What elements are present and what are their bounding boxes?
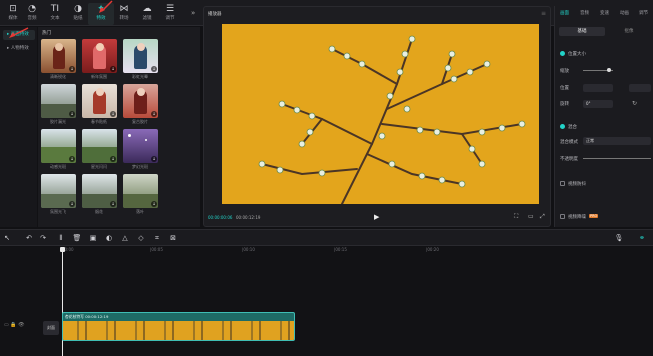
cover-button[interactable]: 封面 [43, 321, 59, 335]
effect-thumb[interactable]: ↓ [123, 174, 158, 208]
position-y-input[interactable] [629, 84, 651, 92]
link-toggle-icon[interactable]: ⚭ [637, 233, 647, 243]
mirror-icon[interactable]: △ [120, 233, 130, 243]
track-lock-icon[interactable]: ▭ 🔒 👁 [4, 322, 24, 328]
effect-thumb[interactable]: ↓ [123, 84, 158, 118]
effect-thumb[interactable]: ↓ [82, 174, 117, 208]
download-icon[interactable]: ↓ [69, 156, 75, 162]
position-x-input[interactable] [583, 84, 613, 92]
annotation-arrow-icon [99, 0, 113, 13]
stabilize-checkbox[interactable] [560, 181, 565, 186]
position-size-checkbox[interactable] [560, 51, 565, 56]
delete-icon[interactable]: 🗑 [72, 233, 82, 243]
fit-icon[interactable]: ⛶ [514, 213, 518, 221]
ratio-icon[interactable]: ▭ [528, 213, 534, 220]
timeline-panel: 00:00 |00:05 |00:10 |00:15 |00:20 ▭ 🔒 👁 … [0, 247, 653, 356]
effect-thumb[interactable]: ↓ [82, 39, 117, 73]
subtab-basic[interactable]: 基础 [559, 27, 605, 36]
rotate-input[interactable]: 0° [583, 100, 613, 108]
video-preview[interactable] [222, 24, 539, 204]
download-icon[interactable]: ↓ [151, 156, 157, 162]
tab-video[interactable]: 画面 [560, 10, 569, 16]
effect-thumb[interactable]: ↓ [82, 129, 117, 163]
playhead-handle[interactable] [60, 247, 65, 252]
nav-item-people-effects[interactable]: ▸ 人物特效 [3, 44, 35, 54]
effect-thumb[interactable]: ↓ [41, 39, 76, 73]
timeline-toolbar: ↖ ↶ ↷ ⫴ 🗑 ▣ ◐ △ ◇ ⌗ ⊠ 🎙 ⚭ [0, 229, 653, 246]
scale-slider-handle[interactable] [607, 68, 611, 72]
total-time: 00:00:12:19 [236, 215, 261, 220]
undo-icon[interactable]: ↶ [24, 233, 34, 243]
effect-thumb[interactable]: ↓ [123, 129, 158, 163]
opacity-slider[interactable] [583, 158, 651, 159]
pro-badge: PRO [589, 214, 599, 218]
download-icon[interactable]: ↓ [110, 66, 116, 72]
properties-panel: 画面 音频 变速 动画 调节 基础 抠像 位置大小 缩放 位置 旋转 0° ↻ … [554, 6, 653, 227]
download-icon[interactable]: ↓ [110, 156, 116, 162]
section-title: 热门 [42, 31, 51, 36]
fit-frame-icon[interactable]: ⊠ [168, 233, 178, 243]
split-icon[interactable]: ⫴ [56, 233, 66, 243]
current-time: 00:00:00:06 [208, 215, 233, 220]
rotate-icon[interactable]: ◇ [136, 233, 146, 243]
download-icon[interactable]: ↓ [110, 111, 116, 117]
select-icon[interactable]: ↖ [2, 233, 12, 243]
blossom-branch-image [258, 35, 526, 204]
download-icon[interactable]: ↓ [151, 66, 157, 72]
fullscreen-icon[interactable]: ⤢ [540, 213, 545, 221]
blend-checkbox[interactable] [560, 124, 565, 129]
reverse-icon[interactable]: ◐ [104, 233, 114, 243]
adjust-icon: ☰ [165, 4, 175, 14]
denoise-checkbox[interactable] [560, 214, 565, 219]
download-icon[interactable]: ↓ [69, 201, 75, 207]
blend-mode-select[interactable]: 正常 [583, 137, 651, 145]
player-panel: 播放器 ≡ 00:00:00:06 00:00:12:19 ▶ ⛶ ▭ ⤢ [203, 6, 551, 227]
download-icon[interactable]: ↓ [110, 201, 116, 207]
play-icon[interactable]: ▶ [374, 213, 379, 221]
subtab-cutout[interactable]: 抠像 [607, 27, 651, 36]
effect-thumb[interactable]: ↓ [82, 84, 117, 118]
annotation-arrow-icon [9, 27, 29, 38]
player-title: 播放器 [208, 12, 222, 17]
effects-panel: 热门 ↓ 清晰锐化 ↓ 新年氛围 ↓ 彩虹光晕 ↓ 胶片漏光 ↓ 春节贴纸 ↓ … [38, 27, 200, 227]
rotate-icon[interactable]: ↻ [632, 100, 637, 107]
redo-icon[interactable]: ↷ [38, 233, 48, 243]
tab-adjust[interactable]: 调节 [639, 10, 648, 16]
mic-icon[interactable]: 🎙 [614, 233, 624, 243]
effect-thumb[interactable]: ↓ [41, 129, 76, 163]
effect-thumb[interactable]: ↓ [123, 39, 158, 73]
clip-thumbnails [63, 321, 294, 340]
download-icon[interactable]: ↓ [69, 111, 75, 117]
tab-speed[interactable]: 变速 [600, 10, 609, 16]
menu-icon[interactable]: ≡ [541, 10, 546, 17]
more-chevron-icon[interactable]: » [191, 9, 195, 17]
video-clip[interactable]: 杏花枝特写 00:00:12:19 [62, 312, 295, 341]
freeze-icon[interactable]: ▣ [88, 233, 98, 243]
tab-audio[interactable]: 音频 [580, 10, 589, 16]
tab-animation[interactable]: 动画 [620, 10, 629, 16]
adjust-button[interactable]: ☰ 调节 [157, 3, 183, 25]
download-icon[interactable]: ↓ [151, 111, 157, 117]
effect-thumb[interactable]: ↓ [41, 84, 76, 118]
download-icon[interactable]: ↓ [151, 201, 157, 207]
clip-title: 杏花枝特写 00:00:12:19 [65, 314, 109, 319]
download-icon[interactable]: ↓ [69, 66, 75, 72]
effects-category-nav: ▸ 画面特效 ▸ 人物特效 [0, 27, 37, 227]
effect-thumb[interactable]: ↓ [41, 174, 76, 208]
crop-icon[interactable]: ⌗ [152, 233, 162, 243]
